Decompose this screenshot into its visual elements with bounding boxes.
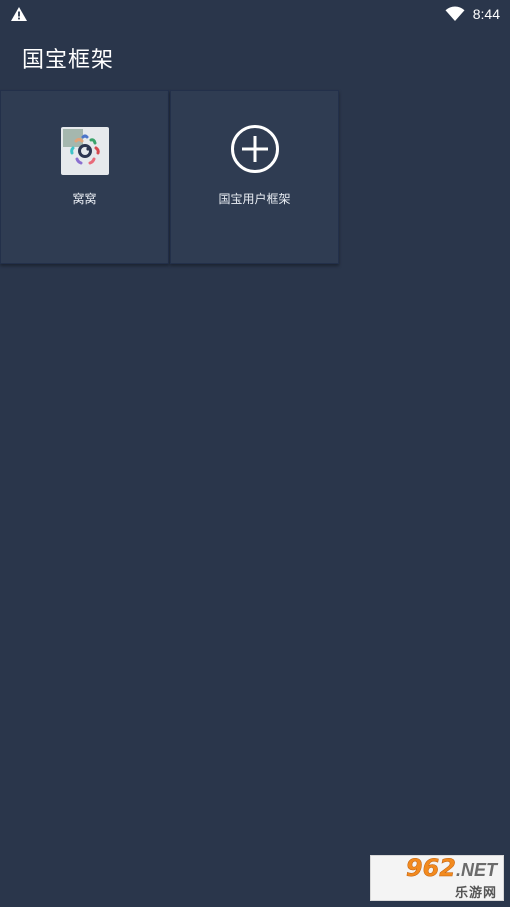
watermark-subtitle: 乐游网 bbox=[454, 885, 497, 901]
tile-icon bbox=[60, 127, 109, 175]
tile-icon bbox=[230, 124, 280, 178]
watermark-number: 962 bbox=[405, 853, 457, 882]
tile-add-framework[interactable]: 国宝用户框架 bbox=[170, 90, 339, 264]
status-bar: 8:44 bbox=[0, 0, 510, 28]
app-title: 国宝框架 bbox=[22, 48, 115, 73]
tile-label: 窝窝 bbox=[72, 192, 97, 206]
status-right: 8:44 bbox=[445, 6, 500, 22]
status-time: 8:44 bbox=[472, 6, 500, 22]
watermark-domain: .NET bbox=[455, 859, 497, 880]
add-circle-icon bbox=[230, 124, 280, 178]
tile-label: 国宝用户框架 bbox=[218, 192, 291, 206]
status-left bbox=[10, 6, 28, 22]
wifi-icon bbox=[445, 6, 465, 22]
warning-icon bbox=[10, 6, 28, 22]
app-grid: 窝窝 国宝用户框架 bbox=[0, 90, 339, 264]
watermark-top: 962 .NET bbox=[405, 853, 497, 882]
tile-wowo[interactable]: 窝窝 bbox=[0, 90, 169, 264]
screen: 8:44 国宝框架 窝窝 国宝用户框架 962 .NET 乐游网 bbox=[0, 0, 510, 907]
app-icon-wowo bbox=[60, 127, 109, 175]
watermark-logo: 962 .NET 乐游网 bbox=[370, 855, 504, 901]
